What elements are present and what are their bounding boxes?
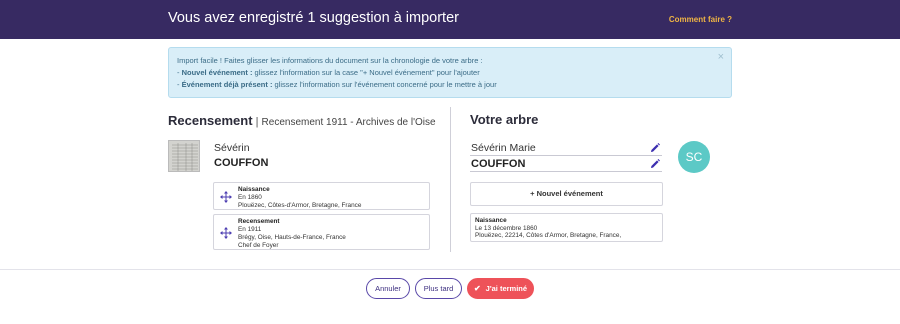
- footer-divider: [0, 269, 900, 270]
- document-thumbnail[interactable]: [168, 140, 200, 172]
- info-line-2: - Nouvel événement : glissez l'informati…: [177, 68, 480, 77]
- done-label: J'ai terminé: [485, 284, 528, 293]
- page-title: Vous avez enregistré 1 suggestion à impo…: [168, 10, 459, 26]
- info-line-1: Import facile ! Faites glisser les infor…: [177, 56, 483, 65]
- source-event-card-census[interactable]: Recensement En 1911 Brégy, Oise, Hauts-d…: [213, 214, 430, 250]
- top-header: Vous avez enregistré 1 suggestion à impo…: [0, 0, 900, 39]
- pencil-icon[interactable]: [650, 159, 660, 169]
- event-text: Naissance En 1860 Plouëzec, Côtes-d'Armo…: [238, 186, 361, 210]
- event-place: Plouëzec, Côtes-d'Armor, Bretagne, Franc…: [238, 202, 362, 209]
- event-title: Naissance: [238, 186, 270, 193]
- source-subtitle: Recensement 1911 - Archives de l'Oise: [261, 117, 436, 128]
- tree-title: Votre arbre: [470, 112, 539, 127]
- event-title: Recensement: [238, 218, 280, 225]
- tree-event-card-birth[interactable]: Naissance Le 13 décembre 1860 Plouëzec, …: [470, 213, 663, 242]
- tree-last-name: COUFFON: [471, 158, 526, 170]
- event-date: En 1860: [238, 194, 262, 201]
- tree-first-name: Sévérin Marie: [471, 142, 536, 154]
- move-arrows-icon: [220, 191, 232, 203]
- check-icon: ✔: [473, 284, 481, 293]
- help-link[interactable]: Comment faire ?: [669, 15, 732, 24]
- source-title: Recensement: [168, 113, 253, 128]
- event-title: Naissance: [475, 217, 507, 224]
- pencil-icon[interactable]: [650, 143, 660, 153]
- info-line-3: - Événement déjà présent : glissez l'inf…: [177, 80, 497, 89]
- event-date: En 1911: [238, 226, 262, 233]
- info-banner: × Import facile ! Faites glisser les inf…: [168, 47, 732, 98]
- event-date: Le 13 décembre 1860: [475, 224, 538, 232]
- event-place: Plouëzec, 22214, Côtes d'Armor, Bretagne…: [475, 232, 622, 239]
- tree-last-name-field: COUFFON: [470, 157, 662, 172]
- source-separator: |: [252, 116, 262, 128]
- event-role: Chef de Foyer: [238, 242, 279, 249]
- new-event-dropzone[interactable]: + Nouvel événement: [470, 182, 663, 206]
- cancel-button[interactable]: Annuler: [366, 278, 410, 299]
- tree-first-name-field: Sévérin Marie: [470, 141, 662, 156]
- source-heading: Recensement | Recensement 1911 - Archive…: [168, 112, 436, 130]
- avatar: SC: [678, 141, 710, 173]
- event-text: Recensement En 1911 Brégy, Oise, Hauts-d…: [238, 218, 346, 250]
- move-arrows-icon: [220, 227, 232, 239]
- source-last-name: COUFFON: [214, 157, 269, 169]
- event-place: Brégy, Oise, Hauts-de-France, France: [238, 234, 346, 241]
- close-icon[interactable]: ×: [718, 52, 724, 63]
- source-first-name: Sévérin: [214, 142, 250, 154]
- source-event-card-birth[interactable]: Naissance En 1860 Plouëzec, Côtes-d'Armo…: [213, 182, 430, 210]
- column-divider: [450, 107, 451, 252]
- later-button[interactable]: Plus tard: [415, 278, 462, 299]
- done-button[interactable]: ✔ J'ai terminé: [467, 278, 534, 299]
